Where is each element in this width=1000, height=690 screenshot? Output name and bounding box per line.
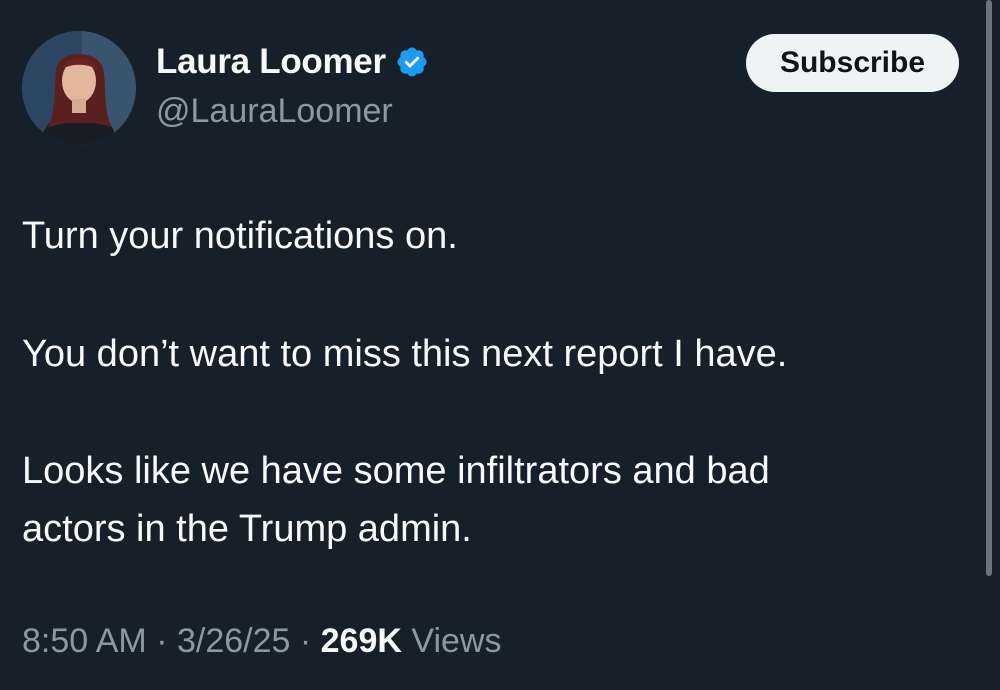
author-name-row[interactable]: Laura Loomer (156, 42, 429, 82)
tweet-card: Laura Loomer @LauraLoomer Subscribe Turn… (0, 0, 1000, 690)
avatar-photo (22, 31, 136, 145)
tweet-meta: 8:50 AM · 3/26/25 · 269K Views (22, 622, 501, 661)
author-display-name[interactable]: Laura Loomer (156, 42, 386, 82)
tweet-time[interactable]: 8:50 AM (22, 622, 147, 660)
meta-separator: · (290, 622, 321, 660)
tweet-text-line: You don’t want to miss this next report … (22, 333, 788, 375)
tweet-text-line: Turn your notifications on. (22, 215, 458, 257)
tweet-text-line: actors in the Trump admin. (22, 508, 472, 550)
verified-badge-icon (395, 45, 429, 79)
avatar[interactable] (22, 31, 136, 145)
subscribe-button[interactable]: Subscribe (746, 34, 959, 92)
views-label: Views (411, 622, 502, 660)
views-count: 269K (320, 622, 402, 660)
author-handle[interactable]: @LauraLoomer (156, 92, 393, 131)
meta-separator: · (146, 622, 177, 660)
tweet-text-line: Looks like we have some infiltrators and… (22, 450, 770, 492)
tweet-date[interactable]: 3/26/25 (177, 622, 290, 660)
scrollbar[interactable] (986, 0, 992, 576)
